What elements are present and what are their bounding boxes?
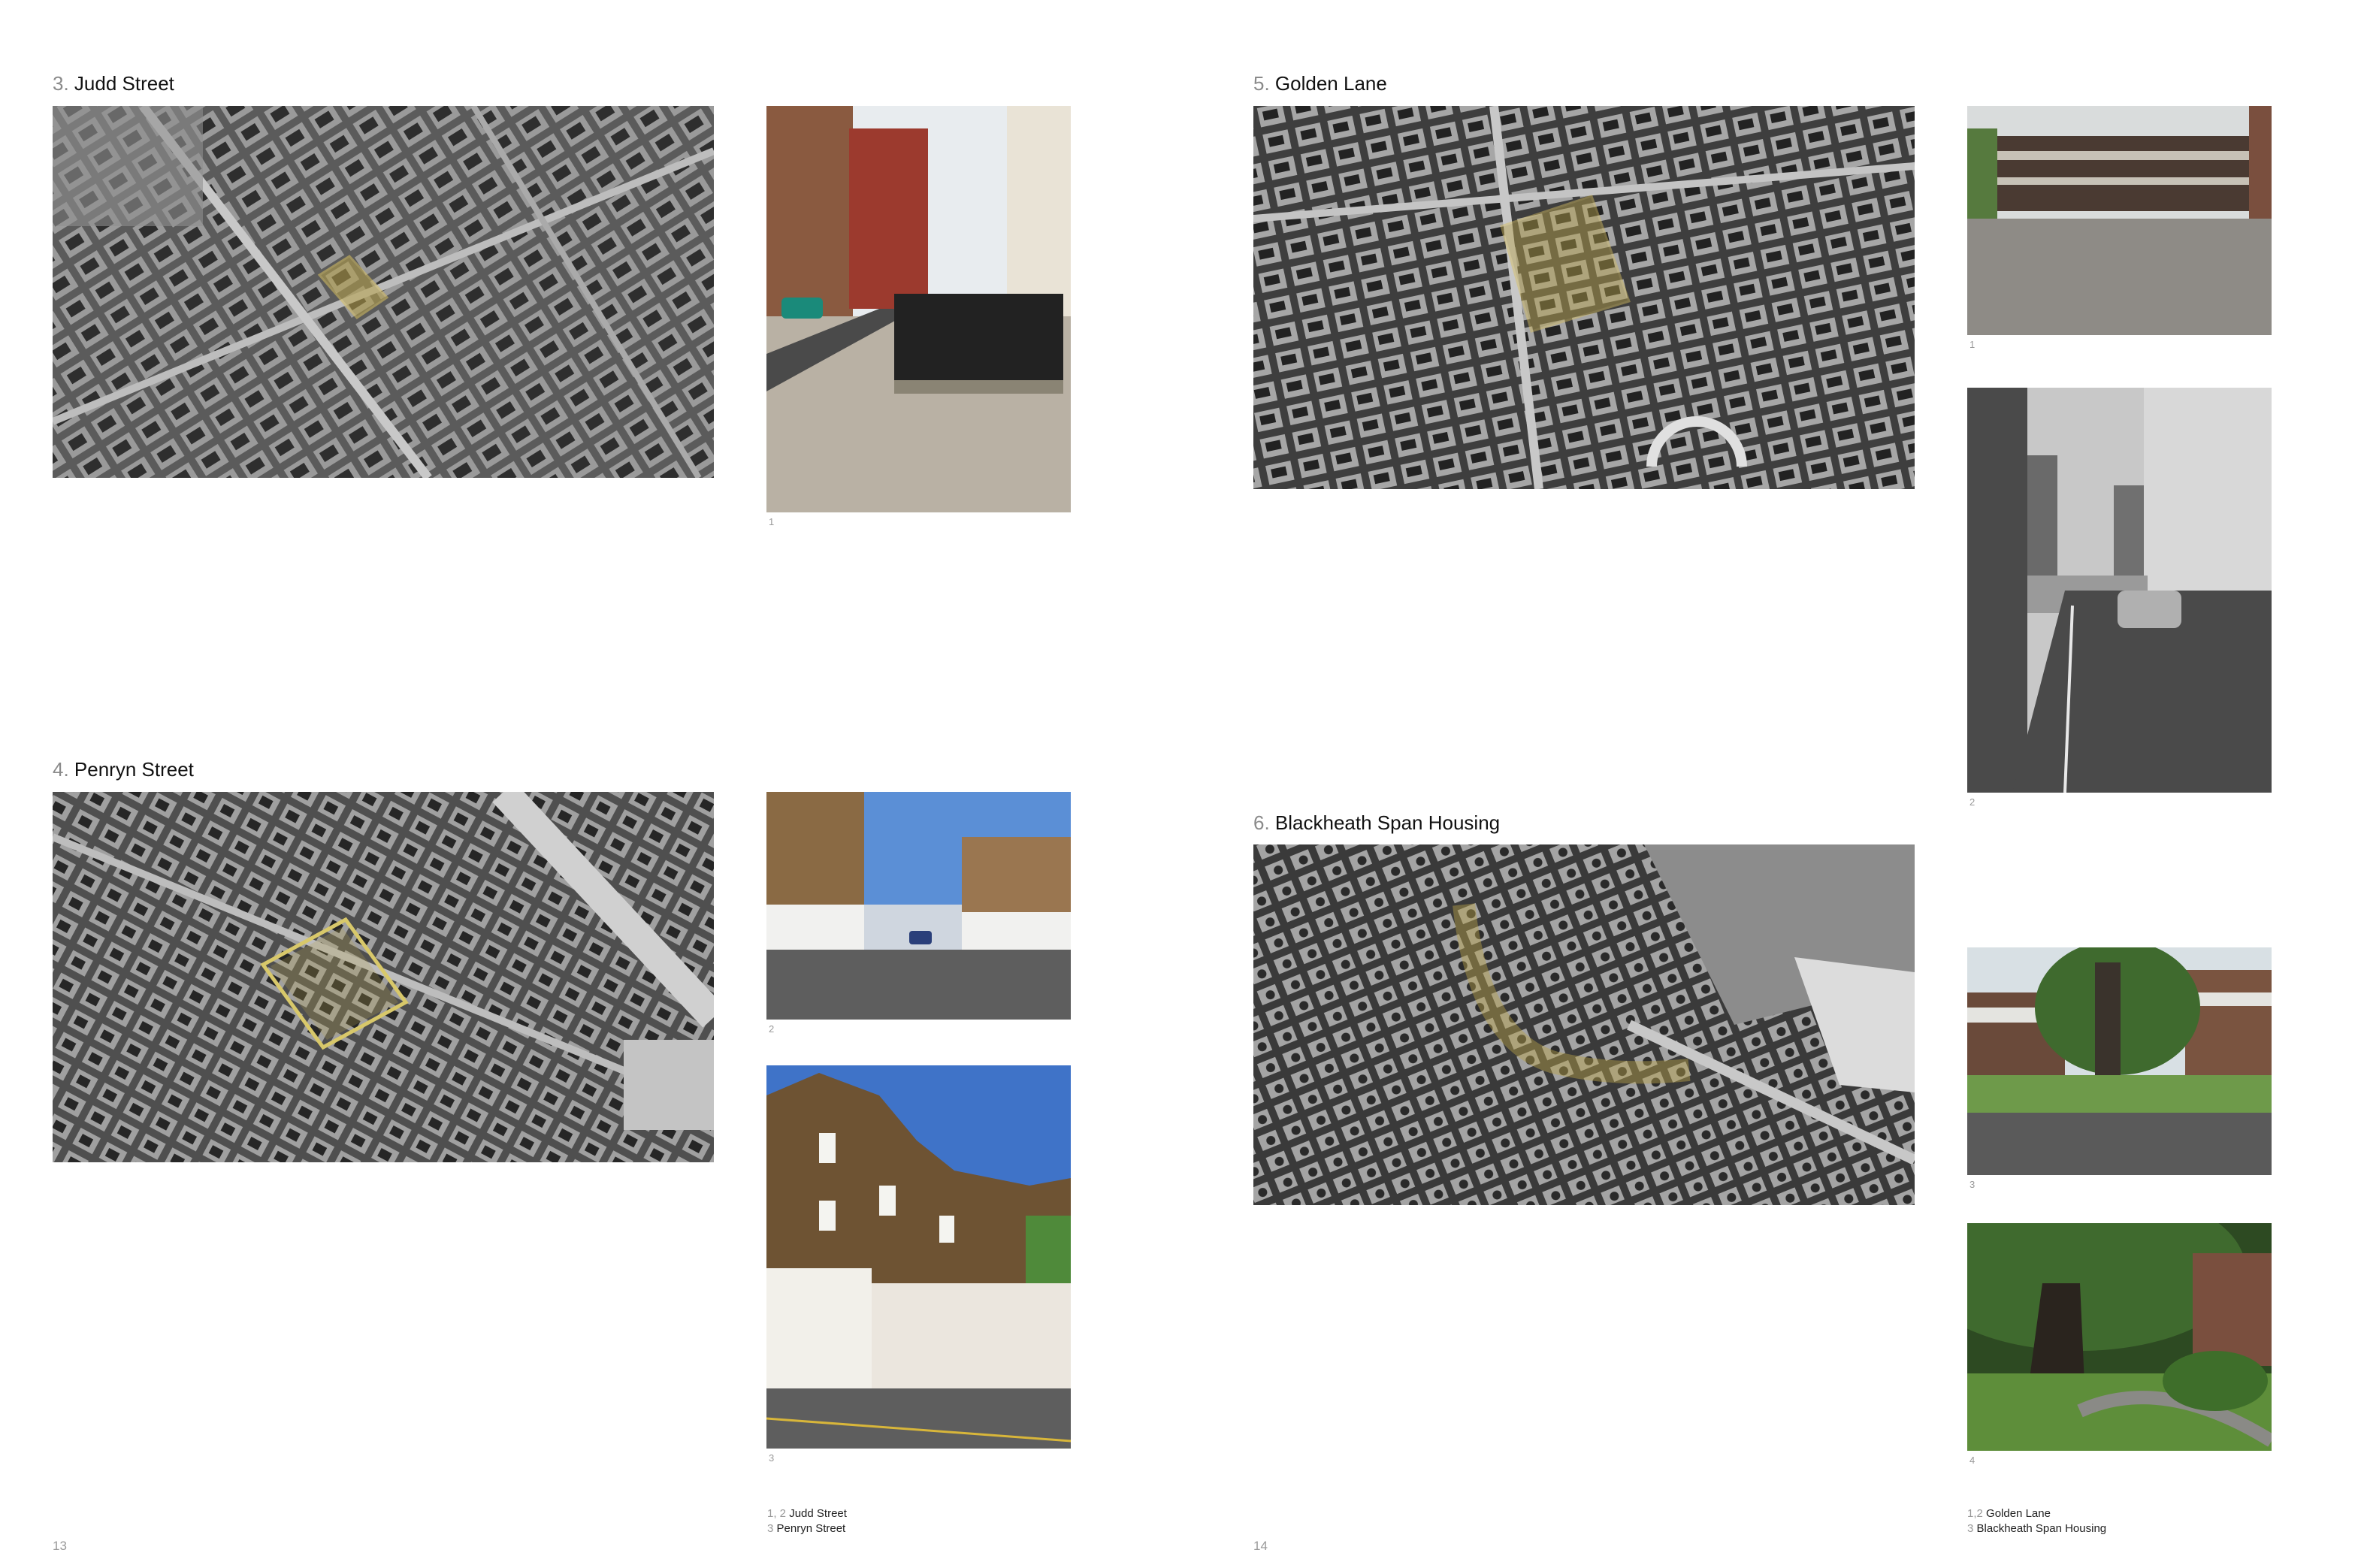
photo-caption-right-1: 1 [1969, 339, 1976, 350]
aerial-map-penryn-street [53, 792, 714, 1162]
page-number-right: 14 [1253, 1539, 1268, 1553]
section-heading-penryn-street: 4. Penryn Street [53, 758, 194, 781]
aerial-map-golden-lane [1253, 106, 1915, 489]
photo-golden-lane-2 [1967, 388, 2272, 793]
photo-penryn-street-2 [766, 792, 1071, 1020]
photo-legend-left: 1, 2 Judd Street 3 Penryn Street [767, 1506, 847, 1536]
legend-item: 3 Blackheath Span Housing [1967, 1522, 2107, 1535]
photo-caption-left-2: 2 [769, 1023, 775, 1035]
section-heading-golden-lane: 5. Golden Lane [1253, 72, 1387, 95]
photo-caption-right-4: 4 [1969, 1455, 1976, 1466]
legend-item: 3 Penryn Street [767, 1522, 846, 1535]
legend-item: 1, 2 Judd Street [767, 1507, 847, 1520]
photo-caption-left-3: 3 [769, 1452, 775, 1464]
section-heading-judd-street: 3. Judd Street [53, 72, 174, 95]
photo-golden-lane-1 [1967, 106, 2272, 335]
page-number-left: 13 [53, 1539, 67, 1553]
aerial-map-judd-street [53, 106, 714, 478]
aerial-map-blackheath-span-housing [1253, 844, 1915, 1205]
photo-caption-right-3: 3 [1969, 1179, 1976, 1190]
photo-penryn-street-3 [766, 1065, 1071, 1449]
section-heading-blackheath-span-housing: 6. Blackheath Span Housing [1253, 811, 1501, 834]
photo-caption-right-2: 2 [1969, 796, 1976, 808]
photo-blackheath-3 [1967, 947, 2272, 1175]
photo-caption-left-1: 1 [769, 516, 775, 527]
legend-item: 1,2 Golden Lane [1967, 1507, 2051, 1520]
photo-blackheath-4 [1967, 1223, 2272, 1451]
photo-judd-street-1 [766, 106, 1071, 512]
photo-legend-right: 1,2 Golden Lane 3 Blackheath Span Housin… [1967, 1506, 2106, 1536]
